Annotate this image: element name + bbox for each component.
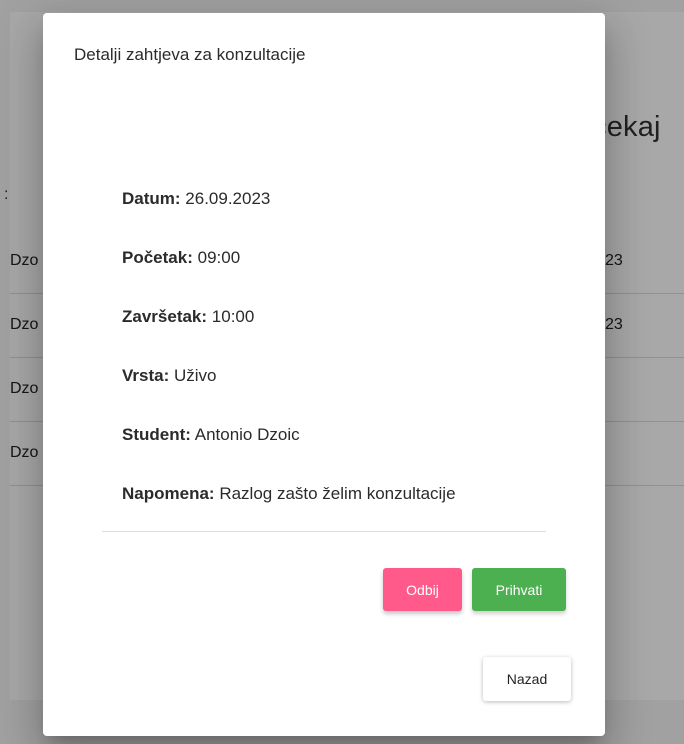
accept-button[interactable]: Prihvati: [472, 568, 566, 611]
detail-label: Početak:: [122, 248, 193, 267]
detail-value: 10:00: [211, 307, 255, 326]
detail-label: Završetak:: [122, 307, 208, 326]
detail-label: Student:: [122, 425, 191, 444]
detail-end: Završetak: 10:00: [122, 307, 254, 327]
consultation-request-dialog: Detalji zahtjeva za konzultacije Datum: …: [43, 13, 605, 736]
detail-label: Vrsta:: [122, 366, 170, 385]
detail-note: Napomena: Razlog zašto želim konzultacij…: [122, 484, 456, 504]
divider: [102, 531, 546, 532]
detail-value: 26.09.2023: [185, 189, 271, 208]
detail-value: Uživo: [173, 366, 217, 385]
detail-value: Antonio Dzoic: [194, 425, 300, 444]
detail-type: Vrsta: Uživo: [122, 366, 217, 386]
detail-start: Početak: 09:00: [122, 248, 240, 268]
detail-value: Razlog zašto želim konzultacije: [219, 484, 456, 503]
detail-value: 09:00: [197, 248, 241, 267]
detail-label: Datum:: [122, 189, 181, 208]
detail-label: Napomena:: [122, 484, 215, 503]
detail-student: Student: Antonio Dzoic: [122, 425, 300, 445]
detail-date: Datum: 26.09.2023: [122, 189, 270, 209]
reject-button[interactable]: Odbij: [383, 568, 462, 611]
back-button[interactable]: Nazad: [483, 657, 571, 701]
dialog-title: Detalji zahtjeva za konzultacije: [74, 45, 306, 64]
